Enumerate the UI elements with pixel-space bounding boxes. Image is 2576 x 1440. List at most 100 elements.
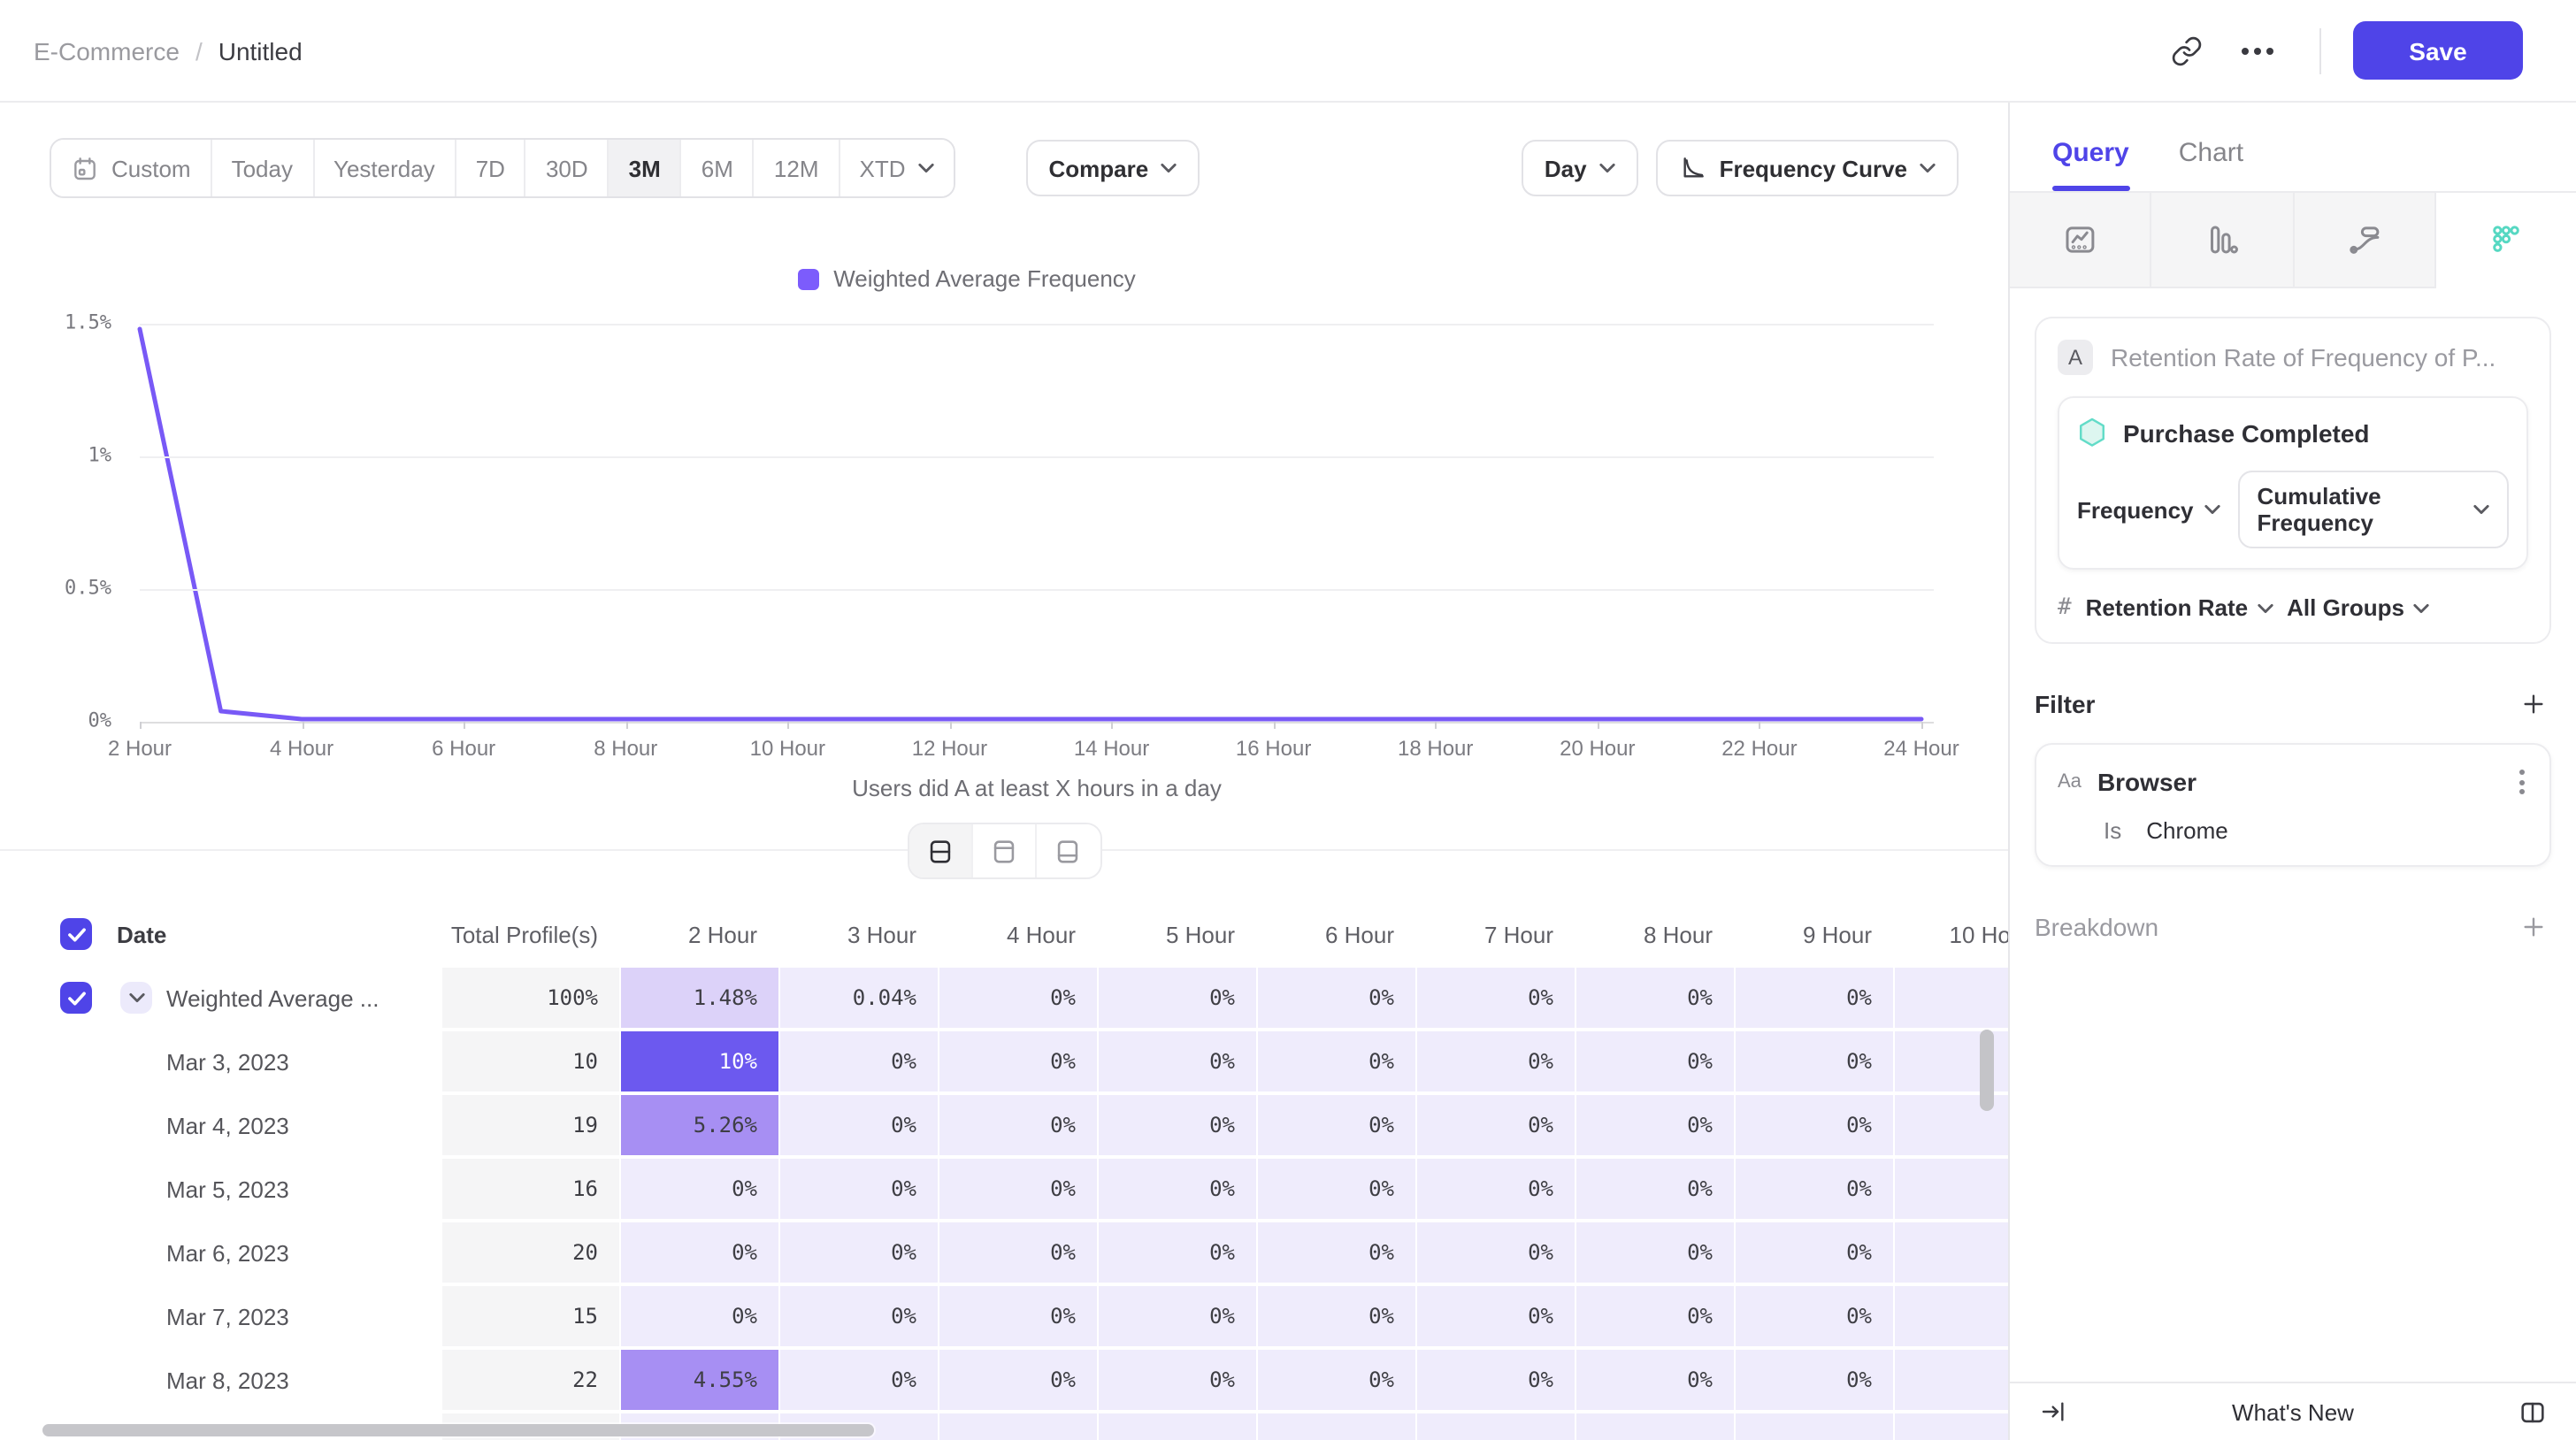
value-cell[interactable]: 0%: [1576, 1159, 1734, 1219]
value-cell[interactable]: 0%: [1576, 1286, 1734, 1346]
value-cell[interactable]: 0%: [1576, 1095, 1734, 1155]
value-cell[interactable]: 0%: [1258, 968, 1415, 1028]
value-cell[interactable]: 0%: [1417, 968, 1575, 1028]
range-yesterday-button[interactable]: Yesterday: [314, 140, 456, 196]
filter-menu-kebab-icon[interactable]: [2516, 766, 2528, 798]
collapse-sidebar-button[interactable]: [2031, 1389, 2077, 1435]
total-cell[interactable]: 22: [442, 1350, 619, 1410]
value-cell[interactable]: 0%: [1099, 1095, 1256, 1155]
value-cell[interactable]: 0%: [1417, 1222, 1575, 1283]
value-cell[interactable]: [1895, 1350, 2008, 1410]
value-cell[interactable]: 0.04%: [780, 968, 938, 1028]
value-cell[interactable]: [1895, 1413, 2008, 1440]
chart-mode-dropdown[interactable]: Frequency Curve: [1656, 140, 1959, 196]
tab-chart[interactable]: Chart: [2179, 138, 2243, 191]
save-button[interactable]: Save: [2353, 21, 2523, 80]
column-header[interactable]: Total Profile(s): [442, 921, 619, 947]
groups-dropdown[interactable]: All Groups: [2287, 594, 2429, 621]
total-cell[interactable]: 20: [442, 1222, 619, 1283]
range-6m-button[interactable]: 6M: [682, 140, 755, 196]
range-30d-button[interactable]: 30D: [526, 140, 610, 196]
chart-legend[interactable]: Weighted Average Frequency: [0, 265, 1934, 292]
event-selector[interactable]: Purchase Completed: [2077, 417, 2509, 449]
value-cell[interactable]: 0%: [1258, 1222, 1415, 1283]
value-cell[interactable]: 4.55%: [621, 1350, 778, 1410]
compare-dropdown[interactable]: Compare: [1026, 140, 1200, 196]
whats-new-link[interactable]: What's New: [2232, 1398, 2354, 1425]
tab-query[interactable]: Query: [2052, 138, 2129, 191]
range-xtd-dropdown[interactable]: XTD: [840, 140, 954, 196]
column-header[interactable]: 8 Hour: [1576, 921, 1734, 947]
add-breakdown-button[interactable]: [2516, 909, 2551, 945]
value-cell[interactable]: 10%: [621, 1031, 778, 1091]
column-header[interactable]: 3 Hour: [780, 921, 938, 947]
table-horizontal-scrollbar[interactable]: [42, 1424, 874, 1436]
value-cell[interactable]: 0%: [1099, 1222, 1256, 1283]
measure-dropdown[interactable]: Frequency: [2077, 496, 2220, 523]
value-cell[interactable]: 0%: [939, 1286, 1097, 1346]
number-format-icon[interactable]: #: [2058, 594, 2072, 621]
value-cell[interactable]: 0%: [1258, 1286, 1415, 1346]
chart-type-flows[interactable]: [2294, 193, 2436, 288]
value-cell[interactable]: 0%: [939, 1159, 1097, 1219]
value-cell[interactable]: 0%: [939, 1095, 1097, 1155]
series-checkbox[interactable]: [60, 982, 92, 1014]
column-header[interactable]: 4 Hour: [939, 921, 1097, 947]
value-cell[interactable]: [1736, 1413, 1893, 1440]
column-header[interactable]: 5 Hour: [1099, 921, 1256, 947]
value-cell[interactable]: [1099, 1413, 1256, 1440]
column-header[interactable]: 7 Hour: [1417, 921, 1575, 947]
breadcrumb-parent[interactable]: E-Commerce: [34, 36, 180, 65]
select-all-checkbox[interactable]: [60, 918, 92, 950]
frequency-line-chart[interactable]: 1.5%1%0.5%0%2 Hour4 Hour6 Hour8 Hour10 H…: [140, 324, 1934, 722]
series-title[interactable]: Retention Rate of Frequency of P...: [2111, 343, 2496, 371]
value-cell[interactable]: 0%: [939, 1222, 1097, 1283]
value-cell[interactable]: [1258, 1413, 1415, 1440]
value-cell[interactable]: 0%: [1736, 1286, 1893, 1346]
value-cell[interactable]: 0%: [780, 1286, 938, 1346]
value-cell[interactable]: 0%: [1417, 1095, 1575, 1155]
value-cell[interactable]: 0%: [1736, 1095, 1893, 1155]
table-vertical-scrollbar[interactable]: [1980, 1030, 1994, 1111]
value-cell[interactable]: 0%: [621, 1159, 778, 1219]
value-cell[interactable]: 0%: [1258, 1159, 1415, 1219]
value-cell[interactable]: 0%: [1099, 1286, 1256, 1346]
value-cell[interactable]: 0%: [939, 1031, 1097, 1091]
value-cell[interactable]: [1895, 1222, 2008, 1283]
column-header[interactable]: 9 Hour: [1736, 921, 1893, 947]
column-header[interactable]: 6 Hour: [1258, 921, 1415, 947]
value-cell[interactable]: 0%: [1099, 1350, 1256, 1410]
layout-chart-only-button[interactable]: [972, 824, 1036, 877]
value-cell[interactable]: 1.48%: [621, 968, 778, 1028]
value-cell[interactable]: 0%: [1576, 1031, 1734, 1091]
value-cell[interactable]: [939, 1413, 1097, 1440]
value-cell[interactable]: 0%: [1417, 1159, 1575, 1219]
value-cell[interactable]: 0%: [1576, 1222, 1734, 1283]
total-cell[interactable]: 15: [442, 1286, 619, 1346]
frequency-type-dropdown[interactable]: Cumulative Frequency: [2238, 471, 2510, 548]
total-cell[interactable]: 10: [442, 1031, 619, 1091]
value-cell[interactable]: 0%: [780, 1222, 938, 1283]
value-cell[interactable]: 0%: [1258, 1095, 1415, 1155]
chart-type-funnels[interactable]: [2152, 193, 2295, 288]
value-cell[interactable]: 0%: [1258, 1031, 1415, 1091]
layout-table-only-button[interactable]: [1036, 824, 1100, 877]
value-cell[interactable]: 0%: [1417, 1286, 1575, 1346]
value-cell[interactable]: 0%: [621, 1222, 778, 1283]
value-cell[interactable]: 0%: [1258, 1350, 1415, 1410]
value-cell[interactable]: [1895, 968, 2008, 1028]
more-options-button[interactable]: [2227, 20, 2288, 80]
total-cell[interactable]: 16: [442, 1159, 619, 1219]
value-cell[interactable]: 0%: [780, 1350, 938, 1410]
panel-layout-button[interactable]: [2509, 1389, 2555, 1435]
value-cell[interactable]: 0%: [1417, 1350, 1575, 1410]
layout-split-button[interactable]: [908, 824, 972, 877]
value-cell[interactable]: 0%: [939, 1350, 1097, 1410]
value-cell[interactable]: [1895, 1159, 2008, 1219]
value-cell[interactable]: [1576, 1413, 1734, 1440]
metric-dropdown[interactable]: Retention Rate: [2086, 594, 2273, 621]
chart-type-insights[interactable]: [2010, 193, 2152, 288]
add-filter-button[interactable]: [2516, 686, 2551, 722]
value-cell[interactable]: 0%: [1417, 1031, 1575, 1091]
filter-operator[interactable]: Is: [2104, 817, 2121, 844]
